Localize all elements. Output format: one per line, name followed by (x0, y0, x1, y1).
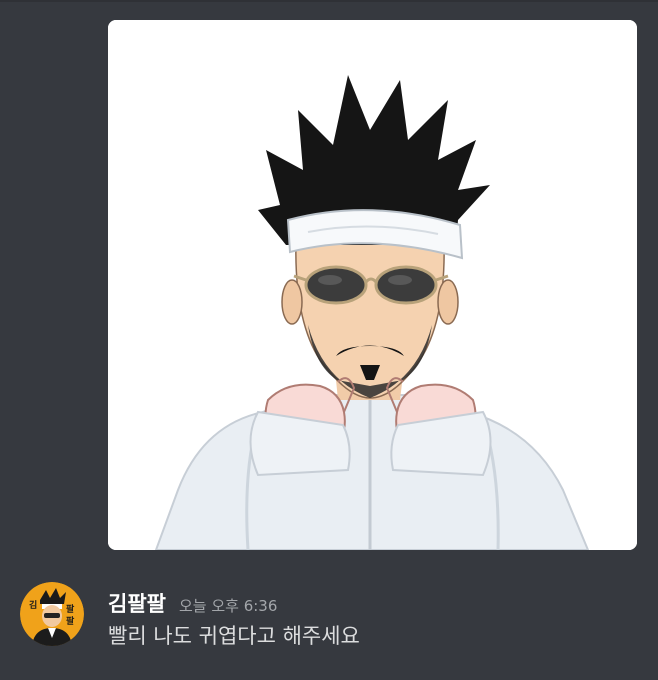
message-header: 김팔팔 오늘 오후 6:36 (108, 588, 277, 618)
user-avatar[interactable]: 김 팔 팔 (20, 582, 84, 646)
image-attachment[interactable] (108, 20, 637, 550)
avatar-logo-lettering: 김 (29, 599, 37, 611)
message-text: 빨리 나도 귀엽다고 해주세요 (108, 624, 360, 648)
character-illustration (108, 20, 637, 550)
username[interactable]: 김팔팔 (108, 588, 166, 618)
message-timestamp[interactable]: 오늘 오후 6:36 (179, 595, 277, 616)
svg-text:팔: 팔 (66, 615, 75, 627)
svg-text:팔: 팔 (66, 603, 75, 615)
top-divider (0, 0, 658, 2)
